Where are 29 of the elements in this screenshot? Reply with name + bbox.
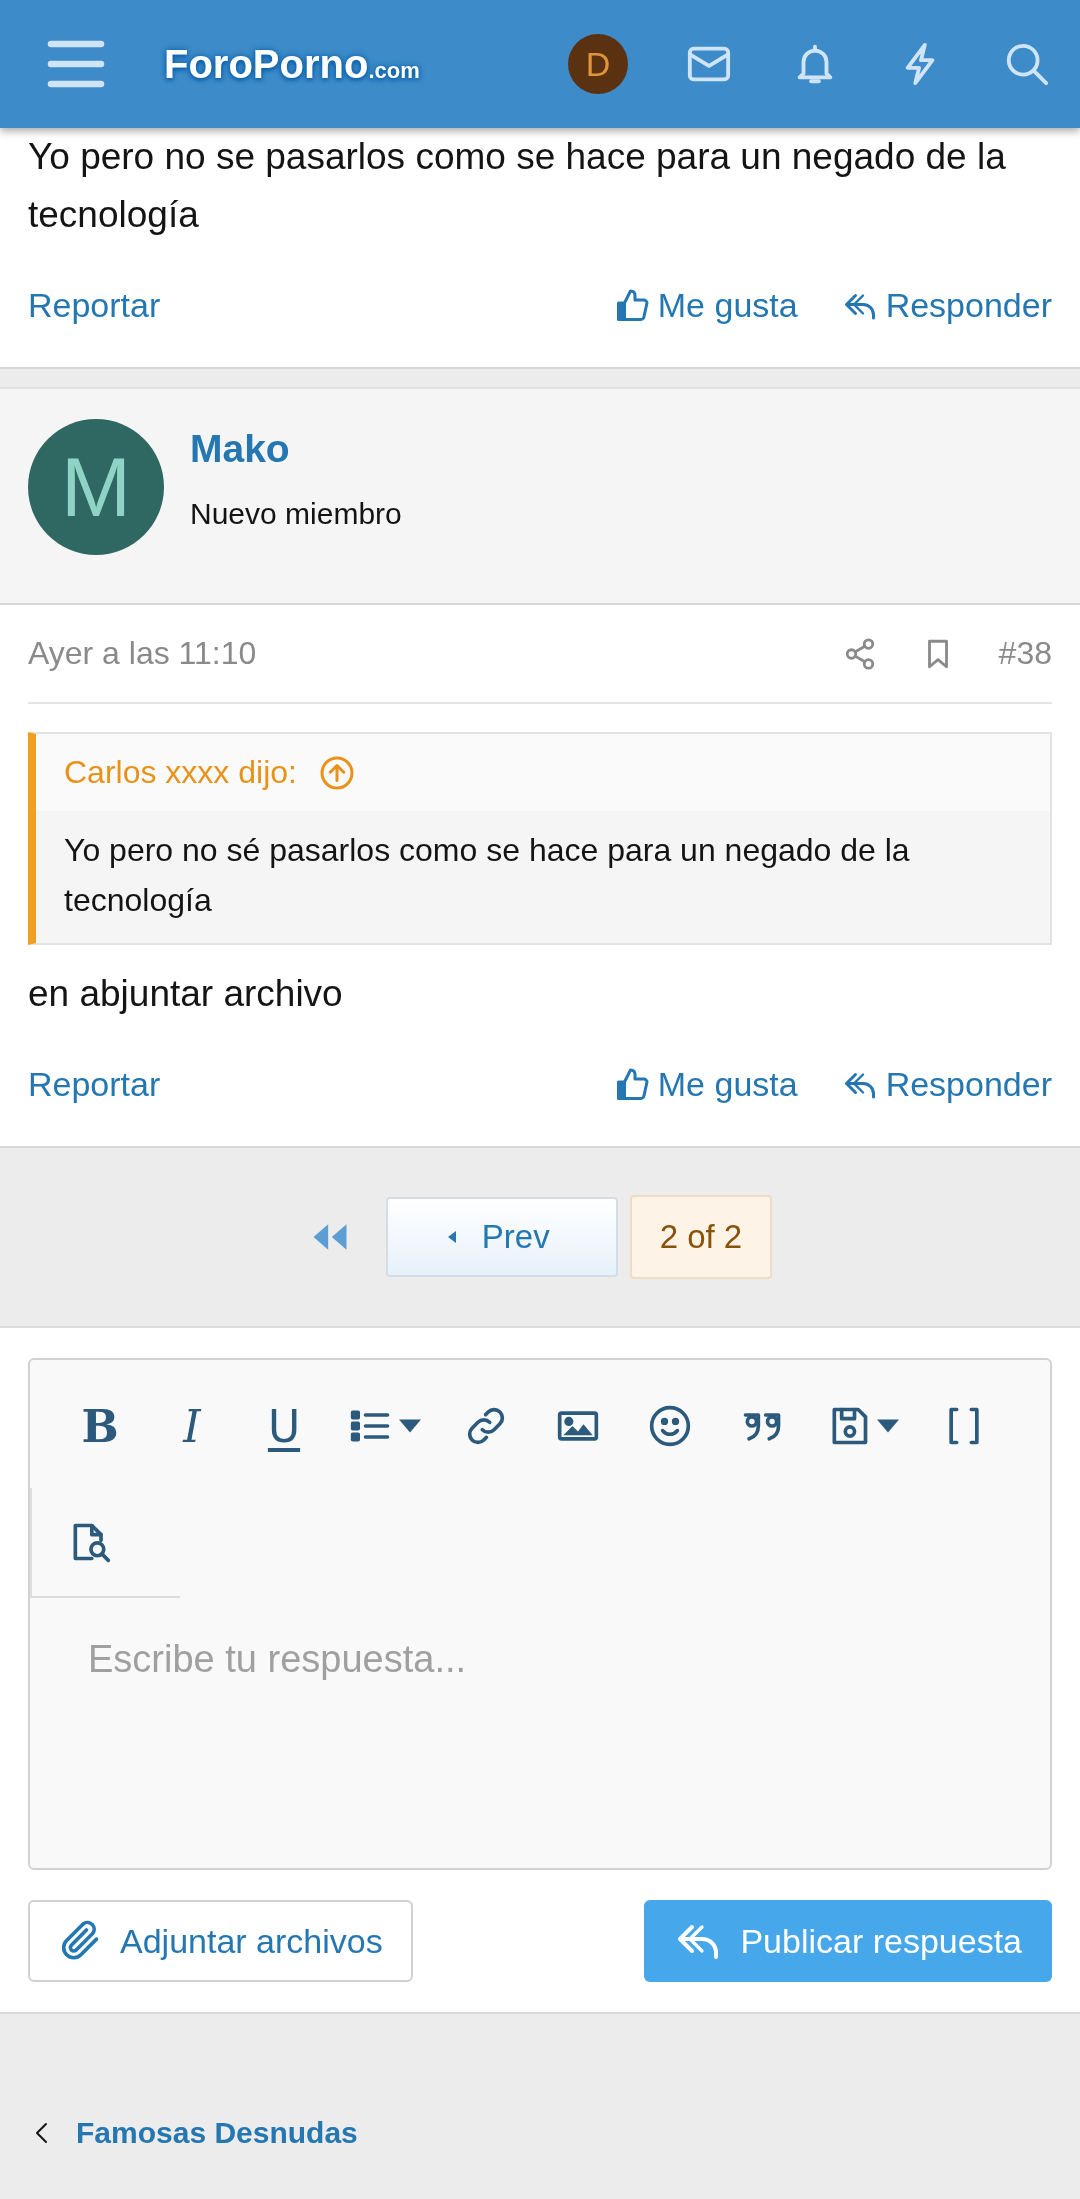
user-title: Nuevo miembro [190, 497, 402, 531]
format-button[interactable]: U [238, 1374, 330, 1478]
post-text: Yo pero no se pasarlos como se hace para un negado de la tecnología [27, 135, 1007, 237]
site-logo[interactable]: ForoPorno.com [164, 41, 420, 87]
post-reply-button[interactable]: Publicar respuesta [644, 1900, 1052, 1982]
reply-link[interactable]: Responder [841, 286, 1052, 325]
report-link[interactable]: Reportar [28, 286, 161, 325]
username[interactable]: Mako [190, 427, 402, 471]
attach-files-button[interactable]: Adjuntar archivos [28, 1900, 413, 1982]
report-link[interactable]: Reportar [28, 1065, 161, 1104]
post-text: en abjuntar archivo [27, 972, 344, 1016]
like-link[interactable]: Me gusta [613, 286, 798, 325]
breadcrumb-link[interactable]: Famosas Desnudas [76, 2116, 358, 2150]
quote-text: Yo pero no sé pasarlos como se hace para un negado de la tecnología [63, 831, 911, 920]
reply-editor[interactable]: B I U Escribe tu respuesta... [28, 1358, 1052, 1870]
post-date[interactable]: Ayer a las 11:10 [28, 635, 257, 672]
avatar[interactable]: M [28, 419, 164, 555]
post-number[interactable]: #38 [998, 635, 1052, 672]
preview-button[interactable] [30, 1488, 180, 1598]
smiley-icon [648, 1404, 692, 1448]
reply-link[interactable]: Responder [841, 1065, 1052, 1104]
search-icon [1004, 41, 1050, 87]
page-indicator[interactable]: 2 of 2 [629, 1195, 773, 1279]
format-button[interactable]: B [54, 1374, 146, 1478]
user-avatar[interactable]: D [568, 34, 628, 94]
arrow-up-circle-icon [318, 754, 355, 791]
prev-button[interactable]: Prev [385, 1197, 618, 1277]
like-link[interactable]: Me gusta [613, 1065, 798, 1104]
format-button[interactable]: I [146, 1374, 238, 1478]
